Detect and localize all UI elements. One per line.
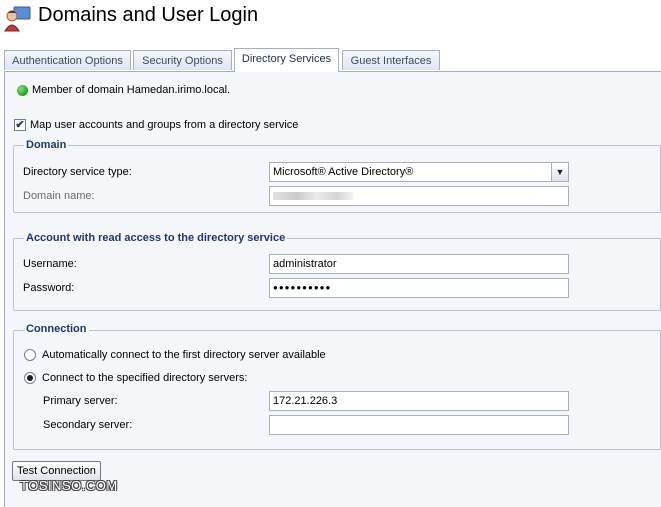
tab-guest-interfaces[interactable]: Guest Interfaces [342,50,440,70]
service-type-select[interactable]: Microsoft® Active Directory® ▼ [269,162,569,182]
redacted-text [273,192,353,200]
specified-servers-radio[interactable] [24,372,36,384]
secondary-server-field[interactable] [269,415,569,435]
service-type-value: Microsoft® Active Directory® [273,166,414,178]
tab-bar: Authentication Options Security Options … [0,48,661,72]
domain-name-field[interactable] [269,186,569,206]
auto-connect-label[interactable]: Automatically connect to the first direc… [42,349,326,361]
tab-authentication-options[interactable]: Authentication Options [4,50,131,70]
primary-server-field[interactable]: 172.21.226.3 [269,391,569,411]
user-login-icon [2,4,32,34]
tab-directory-services[interactable]: Directory Services [234,48,339,72]
tab-security-options[interactable]: Security Options [133,50,232,70]
domain-group-legend: Domain [24,139,69,151]
primary-server-label: Primary server: [43,395,118,407]
password-label: Password: [23,282,75,294]
status-ok-icon [17,85,28,96]
connection-group-legend: Connection [24,323,89,335]
domain-name-label: Domain name: [23,190,95,202]
map-accounts-checkbox[interactable]: ✔ [14,119,26,131]
chevron-down-icon[interactable]: ▼ [551,163,568,181]
username-label: Username: [23,258,77,270]
page-title: Domains and User Login [38,4,259,26]
secondary-server-label: Secondary server: [43,419,133,431]
specified-servers-label[interactable]: Connect to the specified directory serve… [42,372,247,384]
password-field[interactable]: ●●●●●●●●●● [269,278,569,298]
service-type-label: Directory service type: [23,166,132,178]
account-group [13,238,661,311]
account-group-legend: Account with read access to the director… [24,232,288,244]
radio-selected-dot [27,375,33,381]
domain-status-text: Member of domain Hamedan.irimo.local. [32,84,231,96]
map-accounts-label[interactable]: Map user accounts and groups from a dire… [30,119,298,131]
username-field[interactable]: administrator [269,254,569,274]
watermark: TOSINSO.COM [20,478,118,493]
auto-connect-radio[interactable] [24,349,36,361]
